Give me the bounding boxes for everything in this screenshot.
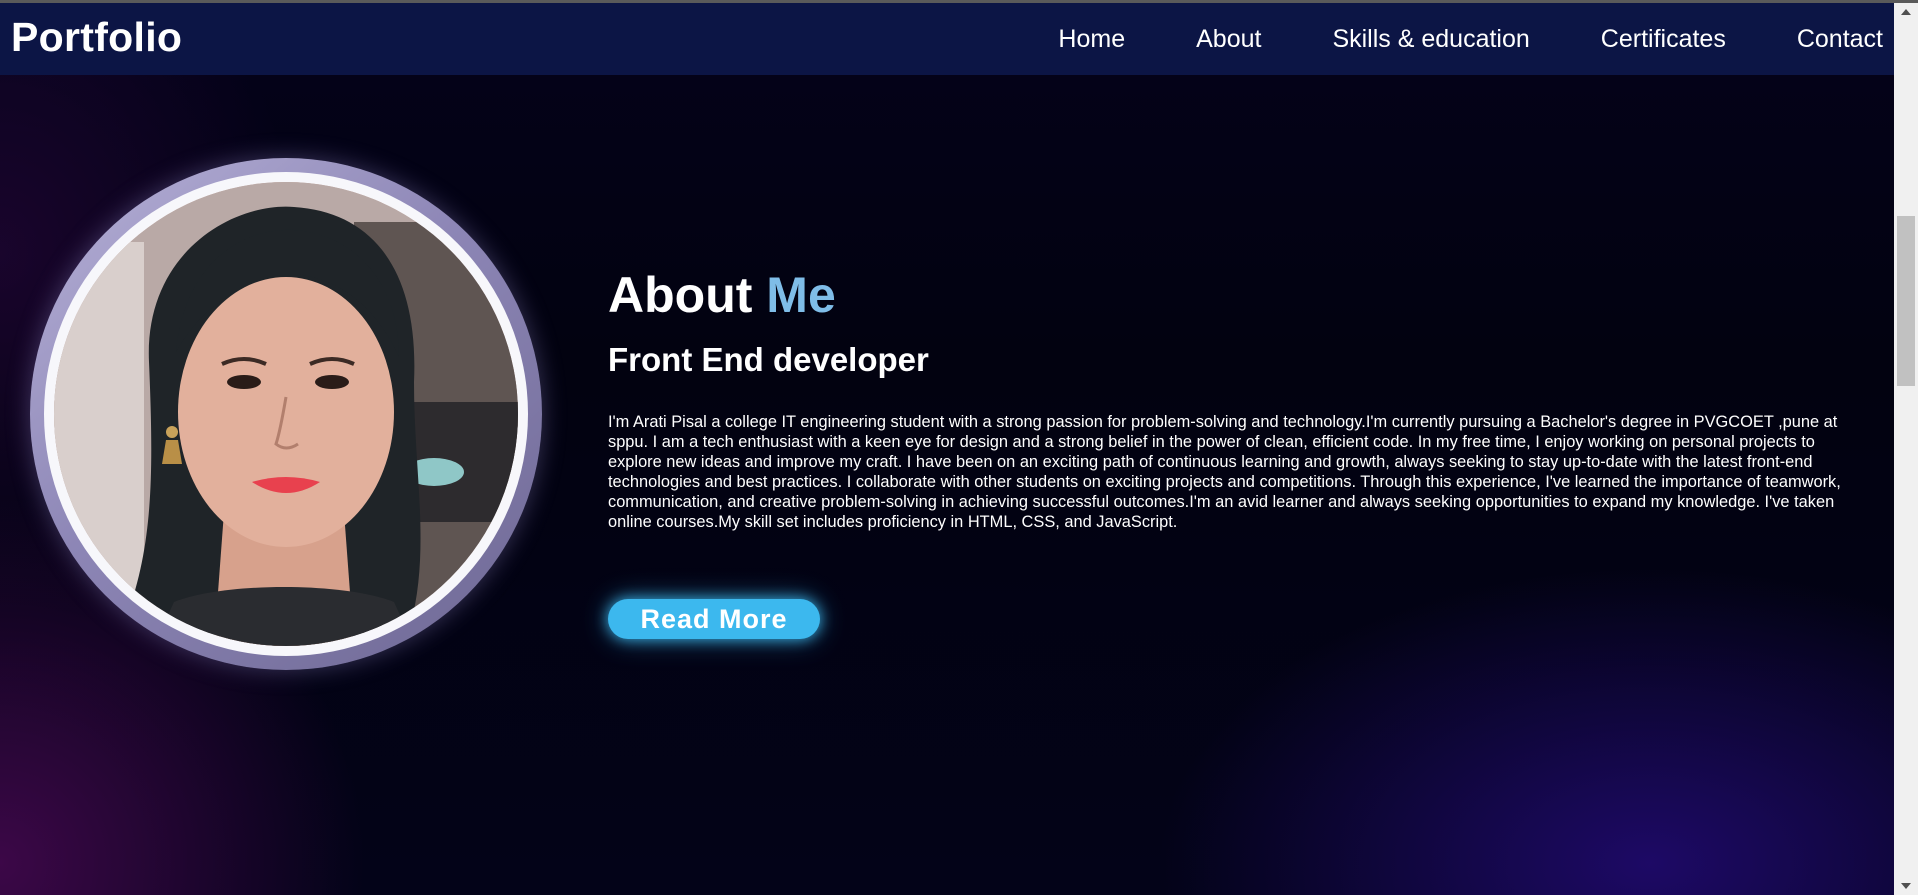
role-title: Front End developer — [608, 341, 929, 378]
scrollbar-thumb[interactable] — [1897, 216, 1915, 386]
nav-link-home[interactable]: Home — [1058, 25, 1125, 54]
site-logo[interactable]: Portfolio — [11, 14, 182, 61]
about-heading: About Me — [608, 268, 836, 323]
about-heading-main: About — [608, 267, 753, 323]
vertical-scrollbar[interactable] — [1894, 3, 1918, 895]
navbar: Portfolio Home About Skills & education … — [0, 3, 1894, 75]
bio-paragraph: I'm Arati Pisal a college IT engineering… — [608, 413, 1841, 531]
nav-link-contact[interactable]: Contact — [1797, 25, 1883, 54]
nav-link-about[interactable]: About — [1196, 25, 1261, 54]
nav-link-certificates[interactable]: Certificates — [1601, 25, 1726, 54]
profile-photo — [54, 182, 518, 646]
profile-photo-border — [44, 172, 528, 656]
profile-photo-frame — [30, 158, 542, 670]
page: Portfolio Home About Skills & education … — [0, 3, 1894, 895]
nav-links: Home About Skills & education Certificat… — [987, 3, 1894, 75]
read-more-button[interactable]: Read More — [608, 599, 820, 639]
portrait-illustration — [54, 182, 518, 646]
about-heading-accent: Me — [766, 267, 836, 323]
nav-link-skills-education[interactable]: Skills & education — [1332, 25, 1529, 54]
chevron-up-icon[interactable] — [1894, 3, 1918, 21]
chevron-down-icon[interactable] — [1894, 877, 1918, 895]
